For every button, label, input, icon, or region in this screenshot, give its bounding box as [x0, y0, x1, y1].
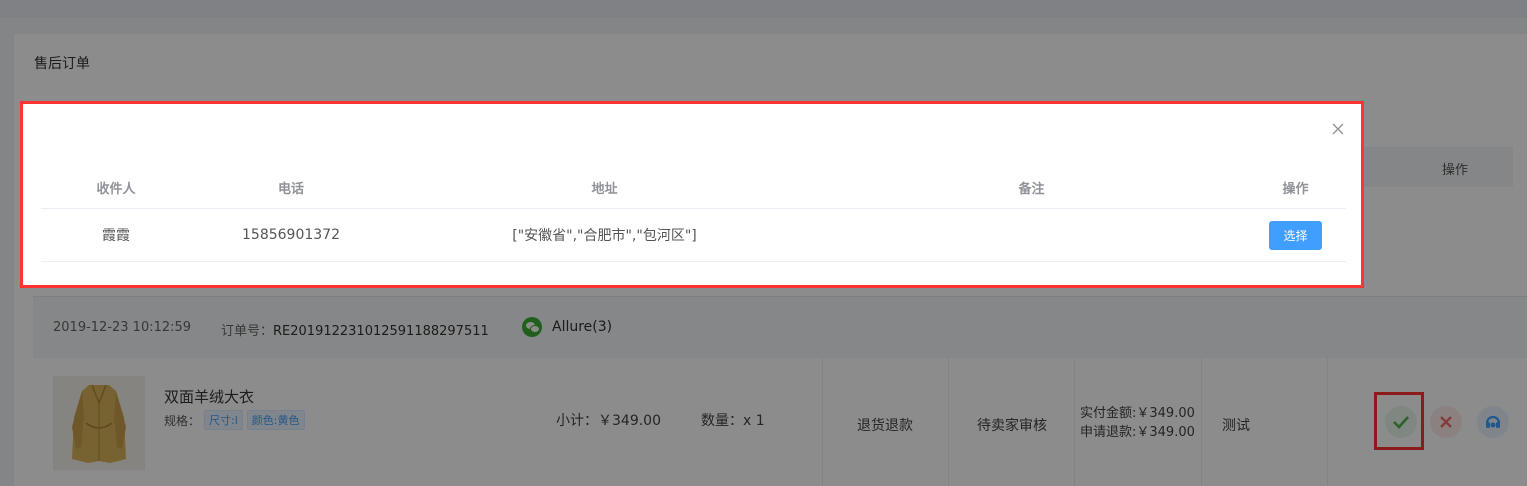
address-cell: ["安徽省","合肥市","包河区"]	[512, 228, 697, 244]
col-header-address: 地址	[591, 181, 618, 197]
recipient-cell: 霞霞	[102, 228, 130, 244]
select-button[interactable]: 选择	[1269, 220, 1322, 250]
col-header-recipient: 收件人	[96, 181, 136, 197]
col-header-action: 操作	[1282, 181, 1309, 197]
address-select-dialog: 收件人 电话 地址 备注 操作 霞霞 15856901372 ["安徽省","合…	[20, 101, 1364, 288]
col-header-note: 备注	[1018, 181, 1045, 197]
table-row: 霞霞 15856901372 ["安徽省","合肥市","包河区"] 选择	[41, 209, 1346, 262]
col-header-phone: 电话	[277, 181, 304, 197]
note-cell	[818, 209, 1245, 261]
table-header-row: 收件人 电话 地址 备注 操作	[41, 166, 1346, 209]
action-cell: 选择	[1245, 209, 1346, 261]
phone-cell: 15856901372	[242, 227, 340, 243]
close-icon	[1332, 123, 1344, 135]
close-button[interactable]	[1328, 119, 1348, 139]
